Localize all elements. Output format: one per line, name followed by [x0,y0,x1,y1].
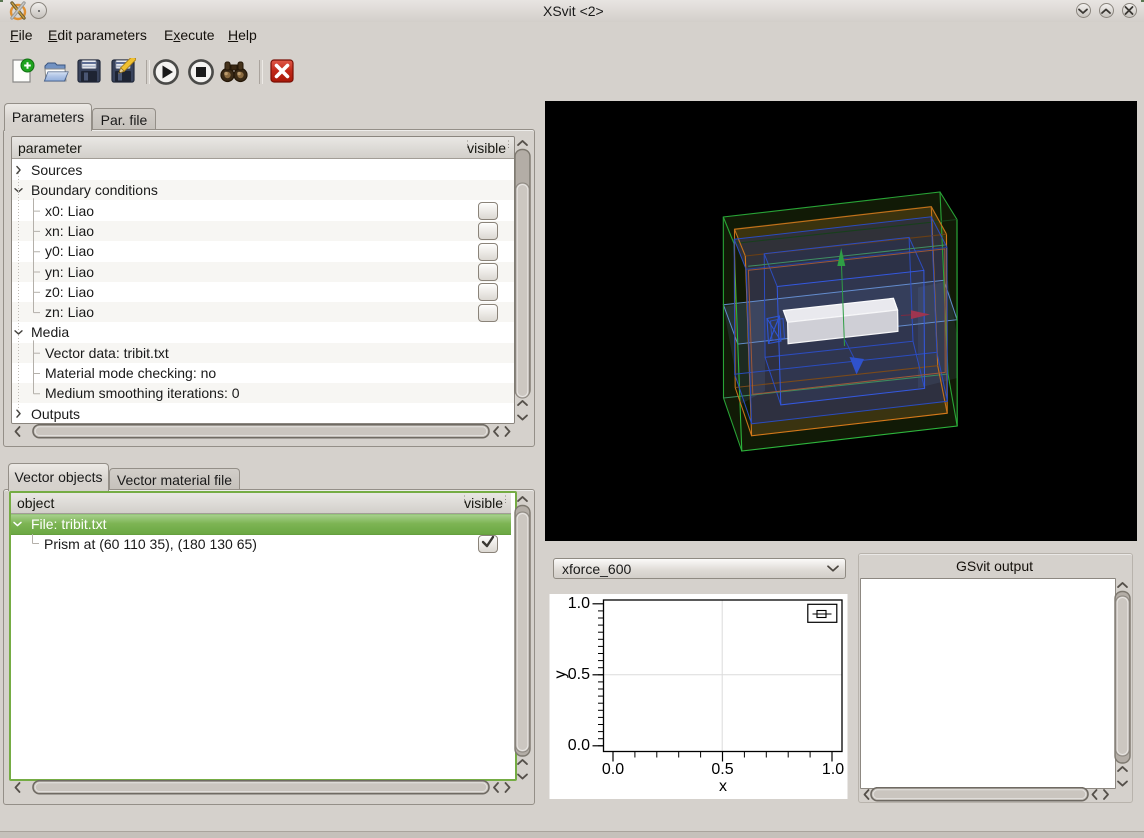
svg-text:0.5: 0.5 [711,761,733,778]
svg-text:y: y [552,671,569,679]
svg-text:x: x [719,778,727,795]
svg-text:1.0: 1.0 [822,761,844,778]
svg-text:1.0: 1.0 [568,595,590,612]
svg-text:0.5: 0.5 [568,666,590,683]
svg-text:0.0: 0.0 [602,761,624,778]
svg-text:0.0: 0.0 [568,737,590,754]
